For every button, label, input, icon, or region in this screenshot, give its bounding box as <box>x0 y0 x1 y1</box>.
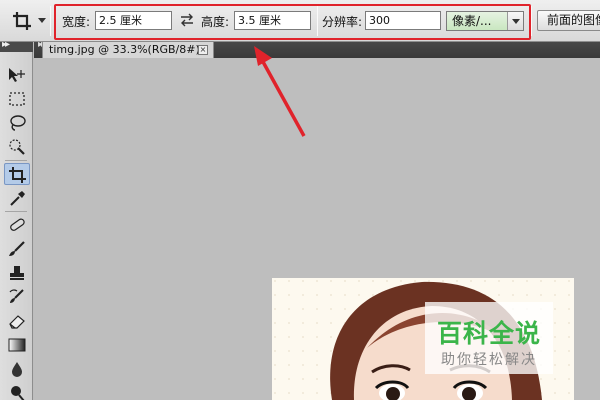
document-tab-title: timg.jpg @ 33.3%(RGB/8#) <box>49 43 200 56</box>
resolution-unit-value: 像素/... <box>452 14 492 28</box>
clone-stamp-tool-icon[interactable] <box>4 262 30 284</box>
document-tab[interactable]: timg.jpg @ 33.3%(RGB/8#) × <box>42 41 214 58</box>
move-tool-icon[interactable] <box>4 64 30 86</box>
watermark-title: 百科全说 <box>436 319 541 348</box>
lasso-tool-icon[interactable] <box>4 112 30 134</box>
healing-brush-tool-icon[interactable] <box>4 214 30 236</box>
width-field[interactable]: 2.5 厘米 <box>95 11 172 30</box>
chevron-down-icon <box>507 12 523 30</box>
separator <box>531 6 532 36</box>
resolution-field[interactable]: 300 <box>365 11 441 30</box>
options-bar: 宽度: 2.5 厘米 高度: 3.5 厘米 分辨率: 300 像素/... 前面… <box>0 0 600 42</box>
crop-tool-icon[interactable] <box>4 163 30 185</box>
separator <box>50 6 51 36</box>
watermark-logo: 百科全说 助你轻松解决 <box>425 302 553 374</box>
swap-arrows-icon[interactable] <box>180 13 194 27</box>
gradient-tool-icon[interactable] <box>4 334 30 356</box>
annotation-arrow <box>254 46 306 137</box>
height-field[interactable]: 3.5 厘米 <box>234 11 311 30</box>
width-label: 宽度: <box>62 15 91 29</box>
crop-icon <box>12 11 34 31</box>
panel-grip-icon[interactable]: ▸▸ <box>0 39 33 52</box>
close-icon[interactable]: × <box>198 45 208 55</box>
chevron-down-icon <box>38 18 46 23</box>
blur-tool-icon[interactable] <box>4 358 30 380</box>
eyedropper-tool-icon[interactable] <box>4 187 30 209</box>
front-image-button[interactable]: 前面的图像 <box>537 10 600 31</box>
tools-panel: ▸▸ <box>0 39 33 400</box>
resolution-unit-select[interactable]: 像素/... <box>446 11 524 31</box>
brush-tool-icon[interactable] <box>4 238 30 260</box>
quick-selection-tool-icon[interactable] <box>4 136 30 158</box>
tool-preset-picker[interactable] <box>8 7 48 35</box>
separator <box>317 6 318 36</box>
resolution-label: 分辨率: <box>322 15 363 29</box>
marquee-tool-icon[interactable] <box>4 88 30 110</box>
history-brush-tool-icon[interactable] <box>4 286 30 308</box>
height-label: 高度: <box>201 15 230 29</box>
watermark-subtitle: 助你轻松解决 <box>441 352 537 368</box>
separator <box>5 211 27 212</box>
eraser-tool-icon[interactable] <box>4 310 30 332</box>
dodge-tool-icon[interactable] <box>4 382 30 400</box>
separator <box>5 160 27 161</box>
